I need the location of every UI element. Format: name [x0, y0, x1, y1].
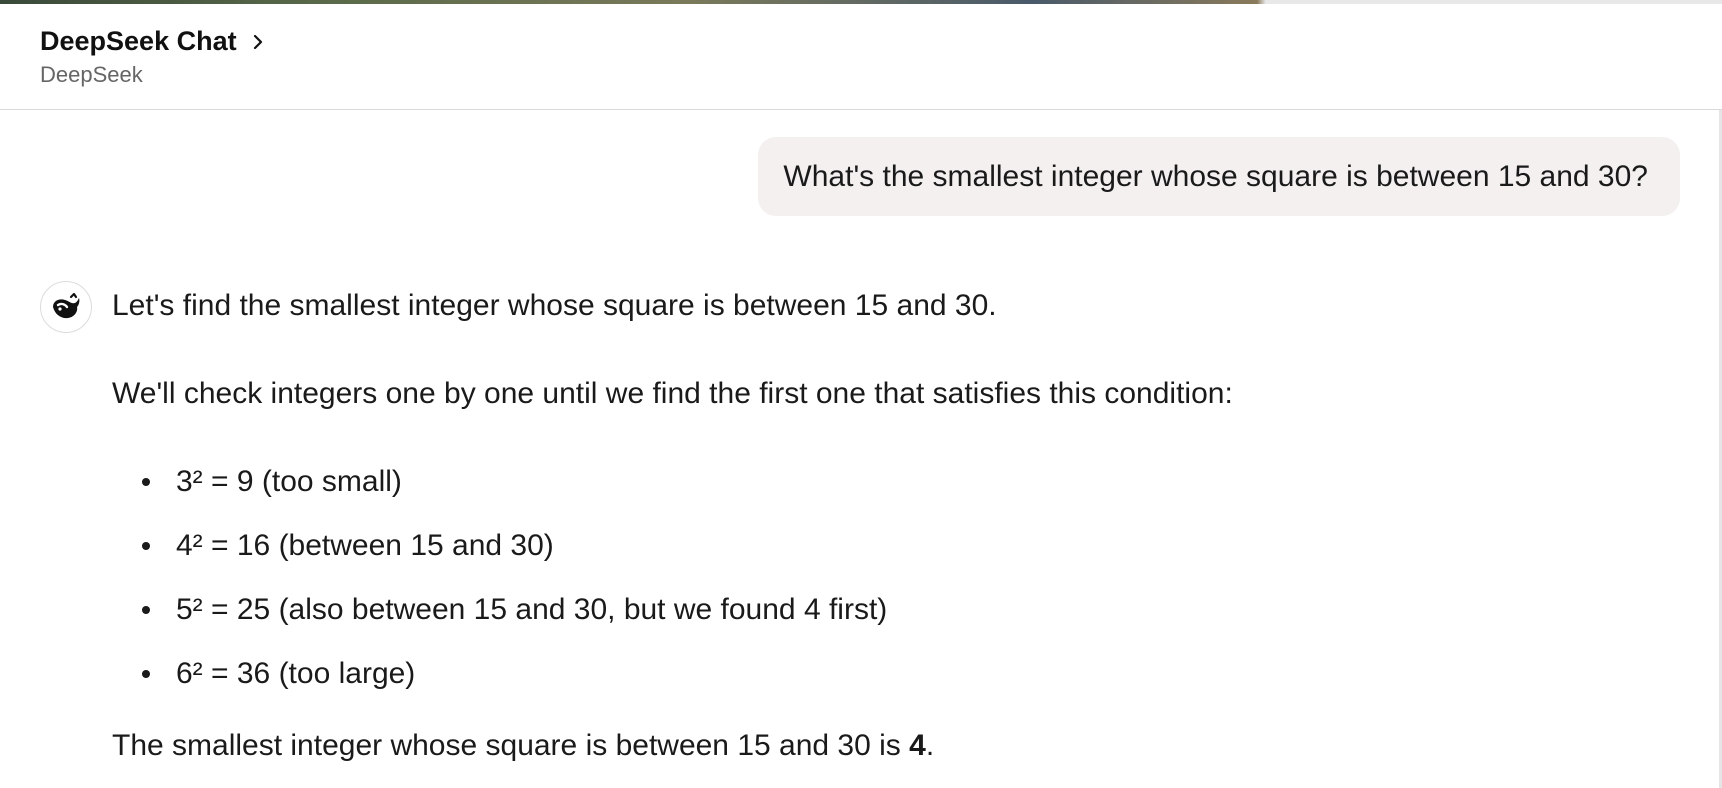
reply-method: We'll check integers one by one until we…: [112, 377, 1233, 410]
chat-title: DeepSeek Chat: [40, 26, 237, 56]
bullet-icon: [142, 670, 150, 678]
chat-subtitle: DeepSeek: [40, 62, 143, 87]
list-item: 4² = 16 (between 15 and 30): [112, 522, 1612, 570]
bullet-icon: [142, 606, 150, 614]
step-text: 4² = 16 (between 15 and 30): [176, 529, 554, 562]
user-message-bubble: What's the smallest integer whose square…: [758, 137, 1680, 216]
list-item: 6² = 36 (too large): [112, 650, 1612, 698]
chat-title-button[interactable]: DeepSeek Chat: [40, 26, 267, 57]
conclusion-period: .: [925, 729, 935, 762]
reply-conclusion: The smallest integer whose square is bet…: [112, 722, 1612, 770]
whale-icon: [53, 292, 80, 319]
chat-header: DeepSeek Chat DeepSeek: [0, 4, 1722, 110]
list-item: 3² = 9 (too small): [112, 458, 1612, 506]
chevron-right-icon: [253, 34, 262, 49]
bullet-icon: [142, 542, 150, 550]
assistant-reply: Let's find the smallest integer whose sq…: [112, 282, 1612, 770]
list-item: 5² = 25 (also between 15 and 30, but we …: [112, 586, 1612, 634]
bullet-icon: [142, 478, 150, 486]
steps-list: 3² = 9 (too small) 4² = 16 (between 15 a…: [112, 458, 1612, 698]
step-text: 6² = 36 (too large): [176, 657, 416, 690]
step-text: 3² = 9 (too small): [176, 465, 402, 498]
conclusion-text: The smallest integer whose square is bet…: [112, 729, 910, 762]
conclusion-answer: 4: [909, 729, 926, 762]
step-text: 5² = 25 (also between 15 and 30, but we …: [176, 593, 888, 626]
reply-intro: Let's find the smallest integer whose sq…: [112, 289, 997, 322]
assistant-avatar: [40, 281, 92, 333]
